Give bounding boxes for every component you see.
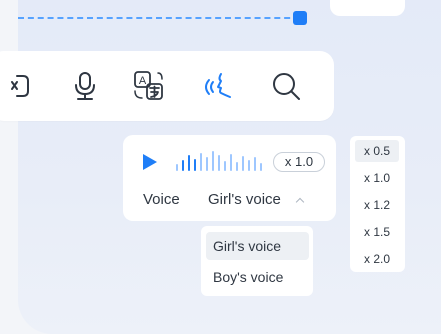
top-card xyxy=(330,0,405,16)
voice-option-girl[interactable]: Girl's voice xyxy=(206,232,309,260)
voice-label: Voice xyxy=(143,191,180,208)
waveform-icon xyxy=(176,151,266,171)
play-icon[interactable] xyxy=(143,154,157,170)
progress-track xyxy=(18,17,300,19)
speed-option-2-0[interactable]: x 2.0 xyxy=(355,248,399,270)
microphone-icon[interactable] xyxy=(68,69,102,103)
speed-option-1-0[interactable]: x 1.0 xyxy=(355,167,399,189)
crop-icon[interactable] xyxy=(3,69,37,103)
voice-speak-icon[interactable] xyxy=(201,69,235,103)
speed-badge[interactable]: x 1.0 xyxy=(273,152,325,172)
speed-option-1-5[interactable]: x 1.5 xyxy=(355,221,399,243)
voice-card xyxy=(123,135,336,221)
speed-option-0-5[interactable]: x 0.5 xyxy=(355,140,399,162)
voice-option-boy[interactable]: Boy's voice xyxy=(206,263,309,291)
search-icon[interactable] xyxy=(269,69,303,103)
translate-glyph: A xyxy=(139,75,147,87)
translate-icon[interactable]: A xyxy=(131,69,165,103)
speed-option-1-2[interactable]: x 1.2 xyxy=(355,194,399,216)
voice-select[interactable]: Girl's voice xyxy=(208,191,281,208)
voice-dropdown: Girl's voice Boy's voice xyxy=(201,226,313,296)
speed-dropdown: x 0.5 x 1.0 x 1.2 x 1.5 x 2.0 xyxy=(350,136,405,272)
progress-handle[interactable] xyxy=(293,11,307,25)
